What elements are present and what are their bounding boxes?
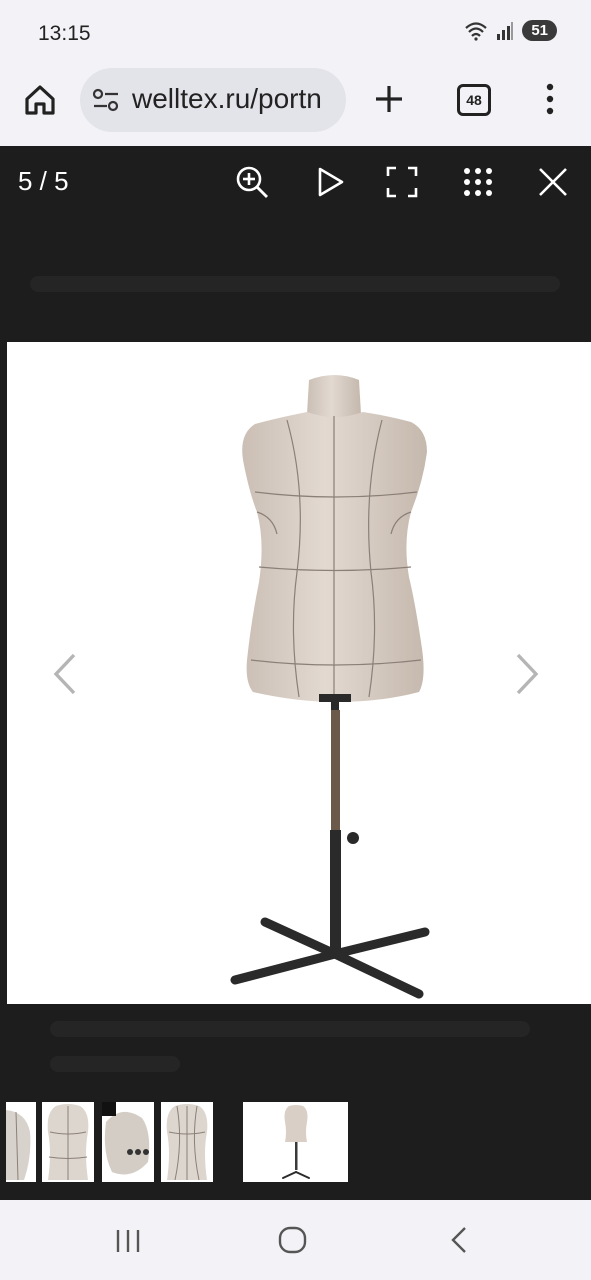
wifi-icon	[465, 21, 488, 41]
image-viewer: 5 / 5	[0, 146, 591, 1200]
url-text: welltex.ru/portn	[132, 83, 322, 114]
site-settings-icon[interactable]	[92, 88, 120, 112]
battery-icon: 51	[522, 20, 557, 41]
more-icon[interactable]	[540, 82, 560, 116]
status-icons: 51	[464, 20, 557, 41]
home-icon[interactable]	[20, 80, 60, 120]
thumbnail[interactable]	[42, 1102, 94, 1182]
zoom-in-icon[interactable]	[234, 164, 270, 200]
thumbnail-active[interactable]	[243, 1102, 348, 1182]
fullscreen-icon[interactable]	[384, 164, 420, 200]
background-text-blur	[50, 1056, 180, 1072]
mannequin-illustration	[230, 375, 430, 999]
thumbnail[interactable]	[102, 1102, 154, 1182]
main-product-image[interactable]	[7, 342, 591, 1004]
background-text-blur	[50, 1021, 530, 1037]
image-counter: 5 / 5	[18, 166, 69, 196]
grid-icon[interactable]	[460, 164, 496, 200]
close-icon[interactable]	[535, 164, 571, 200]
thumbnail-strip	[0, 1102, 591, 1184]
tabs-icon[interactable]: 48	[457, 84, 491, 116]
address-bar[interactable]: welltex.ru/portn	[80, 68, 346, 132]
signal-icon	[497, 21, 514, 40]
plus-icon[interactable]	[372, 82, 406, 116]
browser-toolbar: welltex.ru/portn 48	[0, 66, 591, 146]
recents-icon[interactable]	[114, 1222, 142, 1258]
background-text-blur	[30, 276, 560, 292]
back-icon[interactable]	[446, 1222, 472, 1258]
status-bar: 13:15 51	[0, 0, 591, 66]
chevron-left-icon[interactable]	[50, 651, 80, 697]
thumbnail[interactable]	[6, 1102, 36, 1182]
viewer-toolbar: 5 / 5	[0, 146, 591, 218]
status-time: 13:15	[38, 22, 91, 45]
thumbnail[interactable]	[161, 1102, 213, 1182]
system-navigation-bar	[0, 1200, 591, 1280]
play-icon[interactable]	[312, 164, 348, 200]
chevron-right-icon[interactable]	[512, 651, 542, 697]
home-circle-icon[interactable]	[276, 1222, 310, 1258]
